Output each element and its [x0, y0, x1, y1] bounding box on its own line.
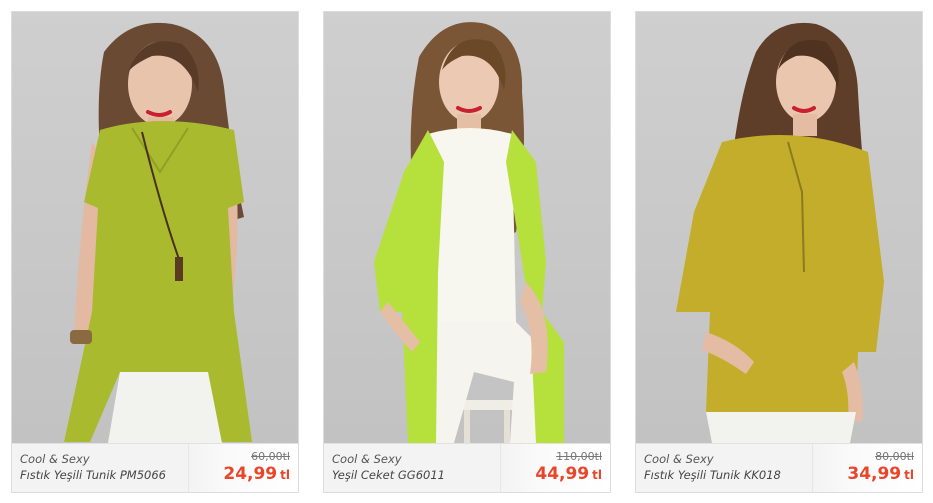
- product-card[interactable]: Cool & Sexy Fıstık Yeşili Tunik KK018 80…: [635, 11, 923, 493]
- product-info: Cool & Sexy Fıstık Yeşili Tunik KK018 80…: [636, 443, 922, 492]
- old-price: 80,00tl: [875, 450, 914, 463]
- sale-price: 44,99 tl: [535, 464, 602, 484]
- sale-price-currency: tl: [904, 468, 914, 482]
- price-box: 60,00tl 24,99 tl: [188, 444, 298, 492]
- sale-price: 24,99 tl: [223, 464, 290, 484]
- sale-price-currency: tl: [592, 468, 602, 482]
- old-price: 110,00tl: [556, 450, 602, 463]
- model-figure: [64, 22, 252, 443]
- sale-price: 34,99 tl: [847, 464, 914, 484]
- product-brand: Cool & Sexy: [644, 452, 714, 466]
- price-box: 80,00tl 34,99 tl: [812, 444, 922, 492]
- old-price: 60,00tl: [251, 450, 290, 463]
- product-card[interactable]: Cool & Sexy Fıstık Yeşili Tunik PM5066 6…: [11, 11, 299, 493]
- product-brand: Cool & Sexy: [20, 452, 90, 466]
- product-card[interactable]: Cool & Sexy Yeşil Ceket GG6011 110,00tl …: [323, 11, 611, 493]
- product-image[interactable]: [12, 12, 298, 443]
- product-info: Cool & Sexy Fıstık Yeşili Tunik PM5066 6…: [12, 443, 298, 492]
- product-brand: Cool & Sexy: [332, 452, 402, 466]
- product-name[interactable]: Fıstık Yeşili Tunik PM5066: [20, 468, 195, 482]
- product-name[interactable]: Fıstık Yeşili Tunik KK018: [644, 468, 819, 482]
- price-box: 110,00tl 44,99 tl: [500, 444, 610, 492]
- product-image[interactable]: [324, 12, 610, 443]
- sale-price-amount: 24,99: [223, 464, 278, 484]
- product-info: Cool & Sexy Yeşil Ceket GG6011 110,00tl …: [324, 443, 610, 492]
- model-figure: [676, 22, 884, 443]
- sale-price-amount: 34,99: [847, 464, 902, 484]
- sale-price-amount: 44,99: [535, 464, 590, 484]
- model-figure: [374, 22, 564, 443]
- sale-price-currency: tl: [280, 468, 290, 482]
- product-image[interactable]: [636, 12, 922, 443]
- product-name[interactable]: Yeşil Ceket GG6011: [332, 468, 507, 482]
